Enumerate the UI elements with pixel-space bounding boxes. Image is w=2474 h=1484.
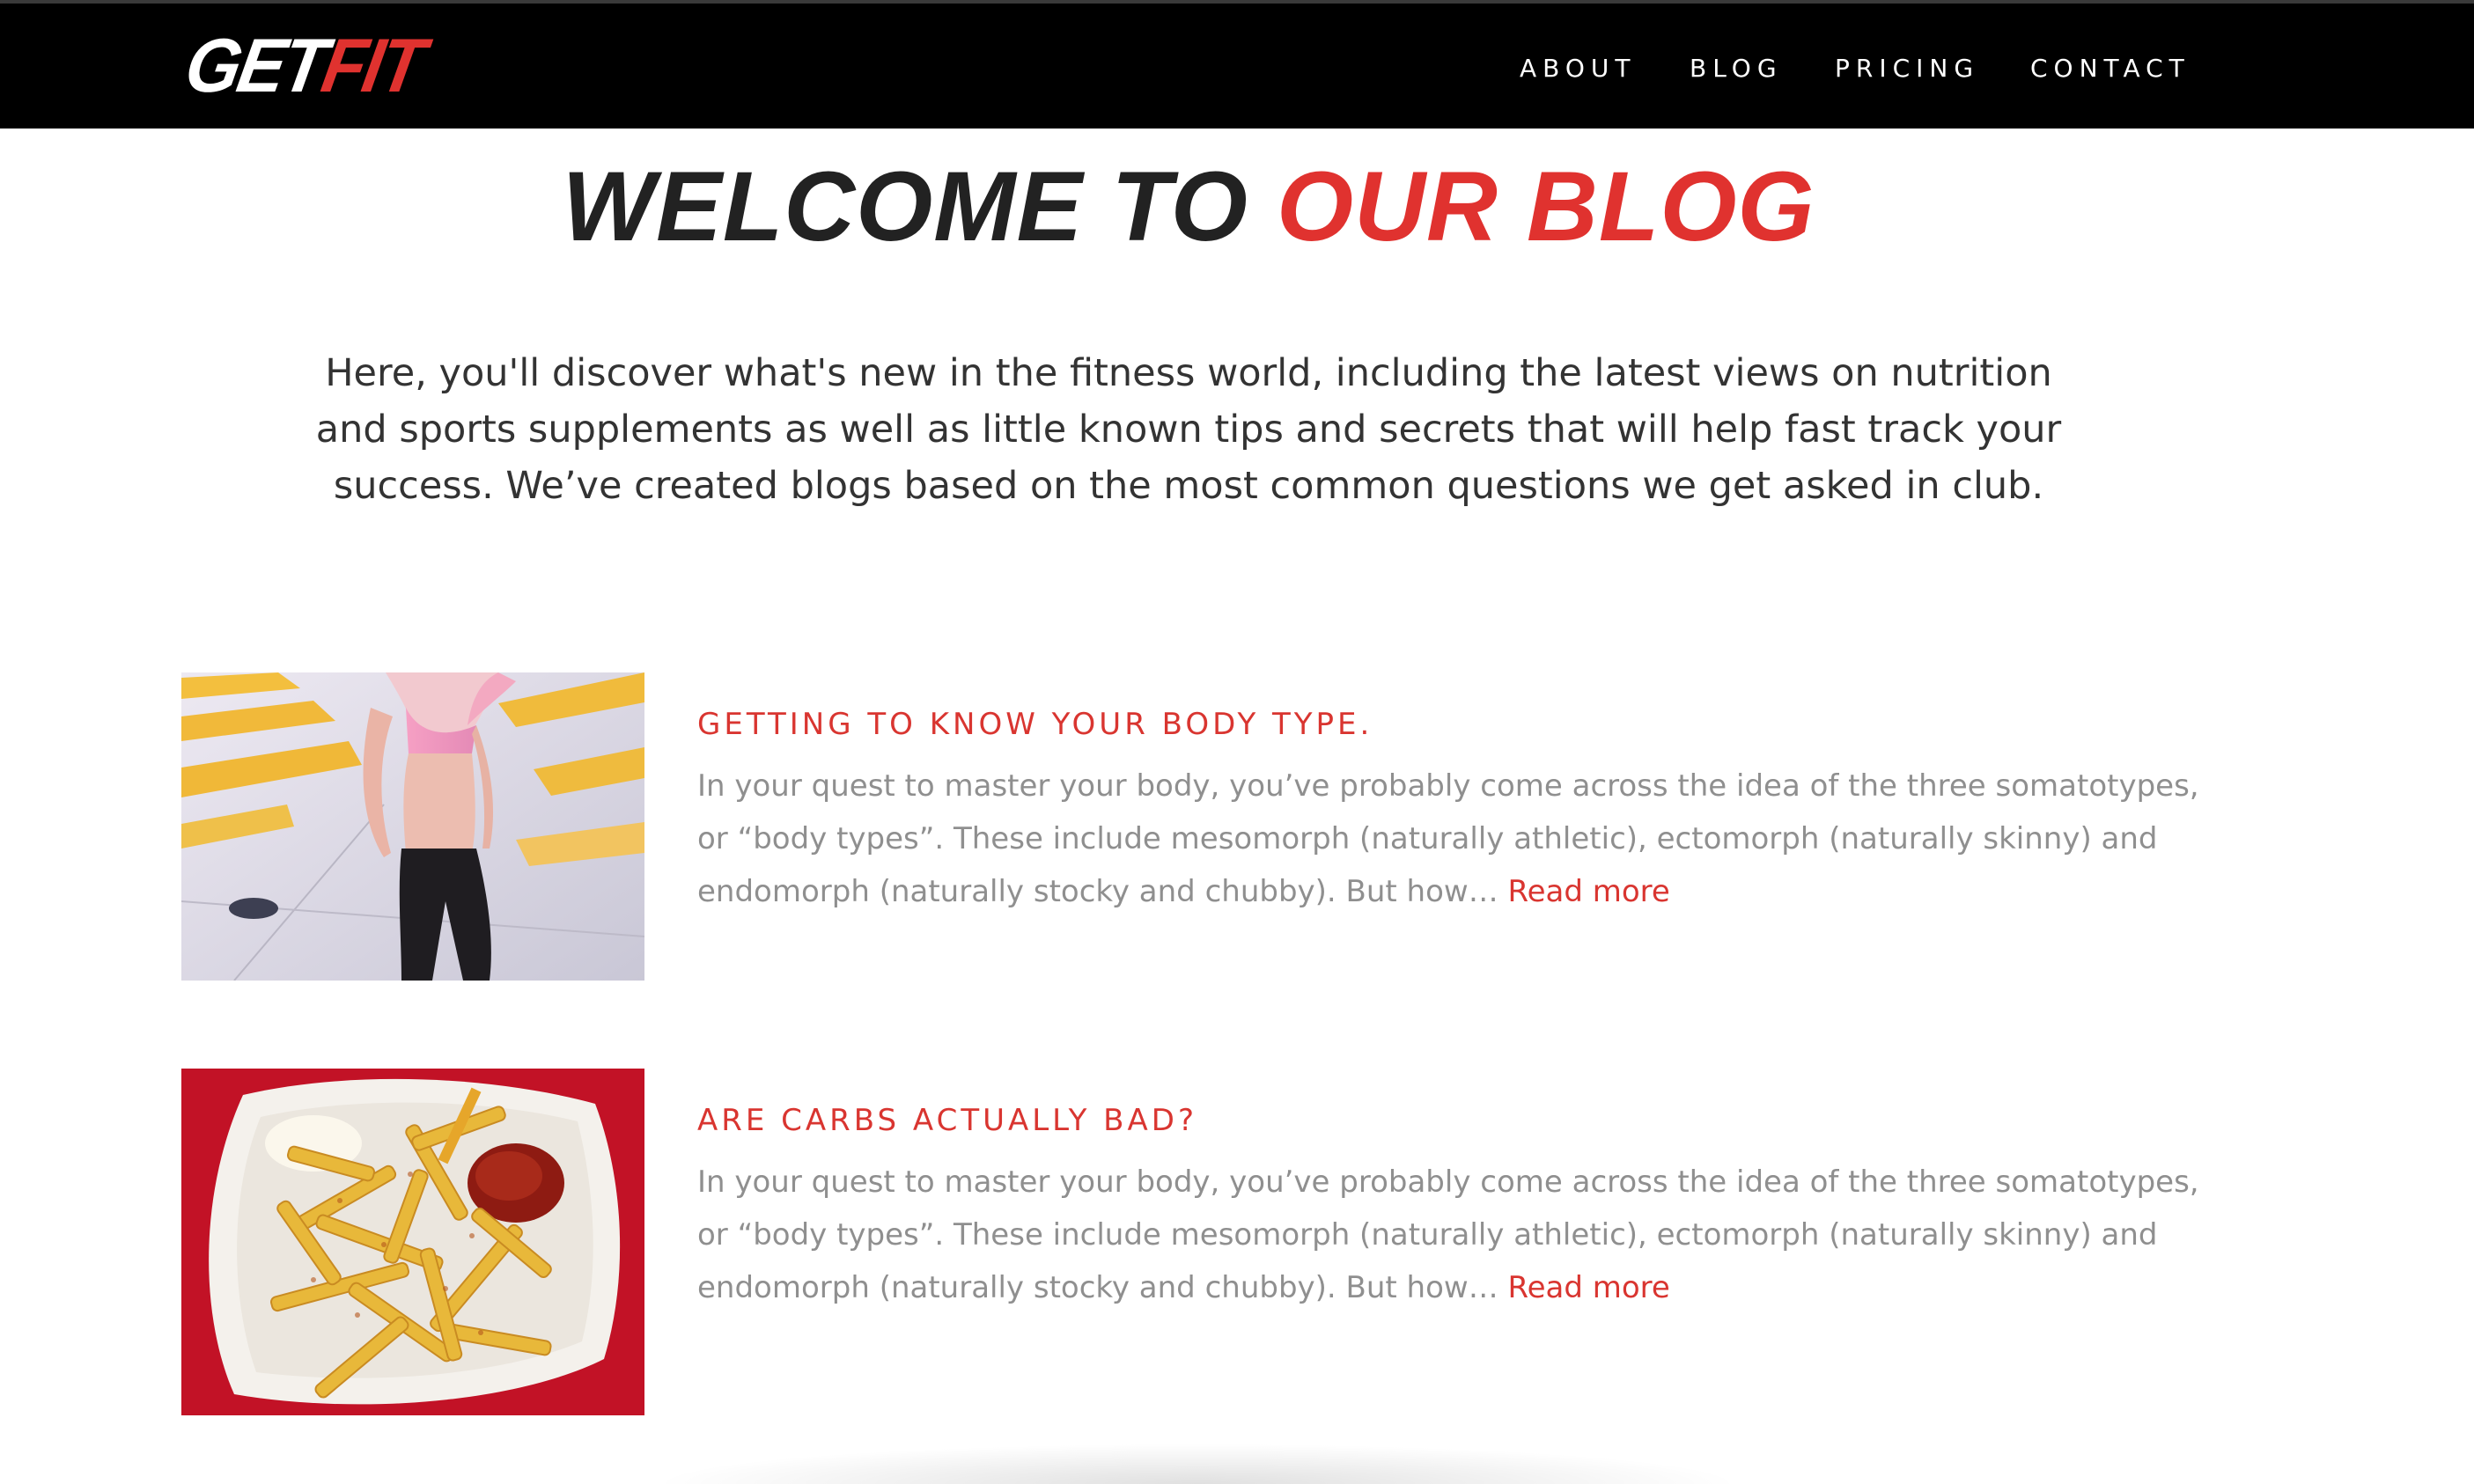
- logo-fit: FIT: [316, 23, 429, 108]
- page-title-part2: OUR BLOG: [1277, 151, 1815, 261]
- footer-shadow: [652, 1444, 1743, 1484]
- intro-paragraph: Here, you'll discover what's new in the …: [315, 351, 2062, 508]
- post-excerpt-carbs: In your quest to master your body, you’v…: [697, 1156, 2212, 1314]
- post-title-body-type[interactable]: GETTING TO KNOW YOUR BODY TYPE.: [697, 705, 2194, 744]
- nav-about[interactable]: ABOUT: [1520, 53, 1637, 84]
- post-image-carbs[interactable]: [181, 1069, 644, 1415]
- page-title: WELCOME TO OUR BLOG: [0, 150, 2377, 264]
- post-excerpt-body-type: In your quest to master your body, you’v…: [697, 760, 2212, 918]
- navbar: GETFIT ABOUT BLOG PRICING CONTACT: [0, 4, 2474, 129]
- nav-blog[interactable]: BLOG: [1690, 53, 1783, 84]
- logo-get: GET: [179, 23, 332, 108]
- fries-photo-icon: [181, 1069, 644, 1415]
- read-more-link-body-type[interactable]: Read more: [1508, 874, 1670, 909]
- page-title-part1: WELCOME TO: [562, 151, 1248, 261]
- post-title-carbs[interactable]: ARE CARBS ACTUALLY BAD?: [697, 1101, 2194, 1140]
- read-more-link-carbs[interactable]: Read more: [1508, 1270, 1670, 1305]
- post-image-body-type[interactable]: [181, 672, 644, 981]
- runner-photo-icon: [181, 672, 644, 981]
- nav-pricing[interactable]: PRICING: [1835, 53, 1979, 84]
- nav-contact[interactable]: CONTACT: [2030, 53, 2191, 84]
- post-excerpt-text: In your quest to master your body, you’v…: [697, 1164, 2199, 1305]
- brand-logo[interactable]: GETFIT: [179, 23, 429, 108]
- post-excerpt-text: In your quest to master your body, you’v…: [697, 768, 2199, 909]
